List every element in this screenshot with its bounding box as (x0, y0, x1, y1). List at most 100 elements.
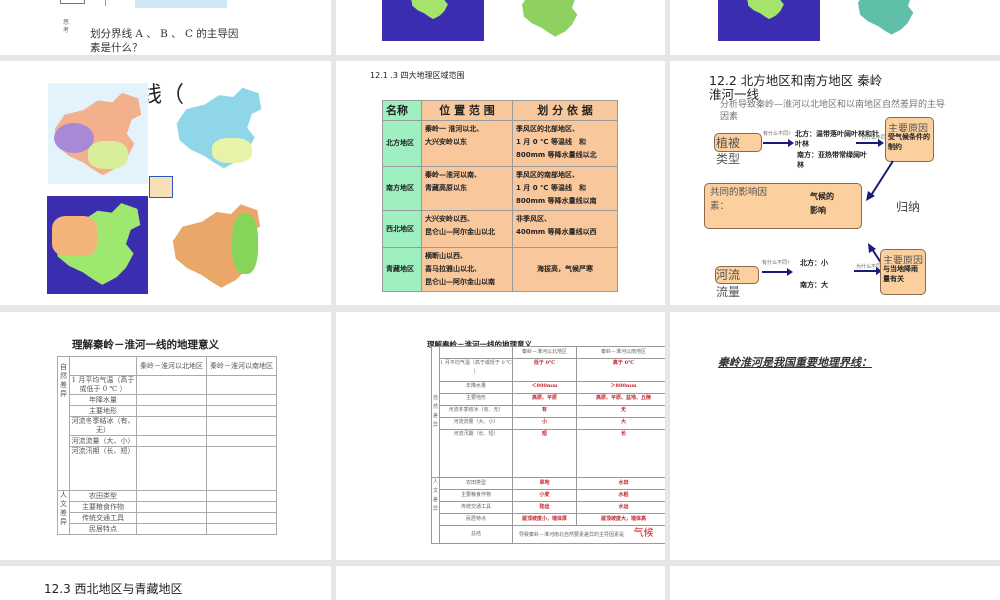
monsoon-map-image (718, 0, 820, 41)
cause-text: 与当地降雨量有关 (883, 264, 918, 283)
row-label: 河流流量（大、小） (69, 435, 137, 447)
header-name: 名称 (382, 100, 422, 121)
arrow-icon (762, 268, 793, 276)
region-map-image (48, 83, 148, 184)
slide-thumbnail-7[interactable]: 理解秦岭－淮河一线的地理意义 自然差异 秦岭－淮河以北地区 秦岭－淮河以南地区 1 … (0, 312, 331, 560)
cell: 秦岭一 淮河以北、 大兴安岭以东 (421, 120, 513, 167)
cell: 年降水量 (439, 381, 513, 394)
slide-thumbnail-8[interactable]: 理解秦岭－淮河一线的地理意义 自然差异 秦岭－淮河以北地区 秦岭－淮河以南地区 1 月… (336, 312, 665, 560)
table-row: 南方地区 秦岭—淮河以南、 青藏高原以东 季风区的南部地区、 1 月 0 ℃ 等温线… (382, 166, 618, 211)
table-row: 民居特点 屋顶坡度小，墙体厚 屋顶坡度大，墙体高 (432, 513, 665, 526)
slide-title: 秦岭淮河是我国重要地理界线： (718, 356, 872, 369)
cell: 大 (576, 417, 665, 430)
slide-thumbnail-5[interactable]: 12.1 .3 四大地理区域范围 名称位 置 范 围划 分 依 据 北方地区 秦岭… (336, 61, 665, 305)
column-header: 秦岭－淮河以北地区 (512, 346, 577, 359)
precipitation-map-image (840, 0, 936, 38)
cell: 海拔高，气候严寒 (512, 247, 618, 292)
cell: 北方地区 (382, 120, 422, 167)
common-factor-value: 气候的影响 (810, 191, 834, 215)
row-label: 河流汛期（长、短） (69, 446, 137, 491)
slide-title: 12.2 北方地区和南方地区 秦岭淮河一线 (709, 73, 883, 102)
cell: 水稻 (576, 489, 665, 502)
slide-thumbnail-4[interactable]: 界线（ (0, 61, 331, 305)
slide-thumbnail-12[interactable] (670, 566, 1000, 600)
slide-title: 理解秦岭－淮河一线的地理意义 (72, 339, 219, 351)
arrow-icon (854, 267, 882, 275)
group-label: 人文差异 (431, 477, 440, 544)
summary-row: 导致秦岭－淮河南北自然要素差异的主导因素是 气候 (512, 525, 665, 544)
group-label: 总结 (439, 525, 513, 544)
table-row: 西北地区 大兴安岭以西、 昆仑山—阿尔金山以北 非季风区、 400mm 等降水量线以… (382, 210, 618, 248)
cell: 河流流量（大、小） (439, 417, 513, 430)
summary-question: 导致秦岭－淮河南北自然要素差异的主导因素是 (519, 532, 625, 538)
cell: 传统交通工具 (439, 501, 513, 514)
table-row: 传统交通工具 陆运 水运 (432, 501, 665, 514)
cell: 长 (576, 429, 665, 478)
cell: 无 (576, 405, 665, 418)
blank-comparison-table: 自然差异 秦岭－淮河以北地区 秦岭－淮河以南地区 1 月平均气温（高于或低于 0 ℃… (57, 356, 277, 535)
common-factor-label: 共同的影响因素： (710, 187, 768, 212)
map-image-fragment (135, 0, 227, 8)
terrain-map-image (168, 194, 265, 293)
row-label: 1 月平均气温（高于或低于 0 ℃ ） (69, 375, 137, 395)
column-header: 秦岭－淮河以北地区 (136, 356, 207, 376)
cell: 河流冬季结冰（有、无） (439, 405, 513, 418)
regions-table: 名称位 置 范 围划 分 依 据 北方地区 秦岭一 淮河以北、 大兴安岭以东 季风区… (382, 100, 618, 292)
cell: 1 月平均气温（高于或低于 0 ℃ ） (439, 358, 513, 382)
cell: 民居特点 (439, 513, 513, 526)
summary-answer: 气候 (633, 528, 654, 539)
row-label: 农田类型 (69, 490, 137, 502)
filled-comparison-table: 自然差异 秦岭－淮河以北地区 秦岭－淮河以南地区 1 月平均气温（高于或低于 0 ℃ … (431, 346, 665, 544)
slide-thumbnail-3[interactable] (670, 0, 1000, 55)
slide-thumbnail-2[interactable] (336, 0, 665, 55)
cell: 小麦 (512, 489, 577, 502)
table-row: 河流流量（大、小）小大 (432, 417, 665, 430)
arrow-icon (763, 139, 794, 147)
slide-thumbnail-9[interactable]: 秦岭淮河是我国重要地理界线： 南方地区和北方地区一月 0℃ 等温线穿过的地区80… (670, 312, 1000, 560)
divider-line (105, 0, 106, 6)
side-label: 思考 (63, 19, 70, 34)
column-header: 秦岭－淮河以南地区 (576, 346, 665, 359)
row-label: 传统交通工具 (69, 512, 137, 524)
slide-thumbnail-6[interactable]: 12.2 北方地区和南方地区 秦岭淮河一线 分析导致秦岭—淮河以北地区和以南地区… (670, 61, 1000, 305)
cell: 高原、平原、盆地、丘陵 (576, 393, 665, 406)
table-row: 主要粮食作物 小麦 水稻 (432, 489, 665, 502)
cause-box-2: 主要原因 与当地降雨量有关 (880, 249, 926, 295)
cell: 季风区的南部地区、 1 月 0 ℃ 等温线 和 800mm 等降水量线以南 (512, 166, 618, 211)
slide-thumbnail-1[interactable]: 思考 划分界线 A 、 B 、 C 的主导因素是什么？ (0, 0, 331, 55)
cell (439, 346, 513, 359)
arrow-icon (856, 139, 884, 147)
column-header: 秦岭－淮河以南地区 (206, 356, 277, 376)
cell: 陆运 (512, 501, 577, 514)
row-label: 主要粮食作物 (69, 501, 137, 513)
slide-thumbnail-10[interactable]: 12.3 西北地区与青藏地区 (0, 566, 331, 600)
table-row: 人文差异 农田类型 旱地 水田 (431, 477, 665, 544)
cell: ＞800mm (576, 381, 665, 394)
question-label: 有什么不同? (763, 131, 791, 137)
cell: 南方地区 (382, 166, 422, 211)
cell: 水运 (576, 501, 665, 514)
cell: 屋顶坡度大，墙体高 (576, 513, 665, 526)
river-north: 北方：小 (800, 258, 828, 267)
cell: 横断山以西、 喜马拉雅山以北、 昆仑山—阿尔金山以南 (421, 247, 513, 292)
slide-title: 12.3 西北地区与青藏地区 (44, 582, 183, 596)
cell: 短 (512, 429, 577, 478)
cell: 主要粮食作物 (439, 489, 513, 502)
terrain-map-image (506, 0, 598, 40)
group-label: 自然差异 (57, 356, 70, 491)
cause-title: 主要原因 (888, 124, 928, 132)
monsoon-map-image (47, 196, 148, 294)
slide-thumbnail-11[interactable] (336, 566, 665, 600)
table-row: 1 月平均气温（高于或低于 0 ℃ ）低于 0℃ 高于 0℃ (432, 358, 665, 382)
table-row: 青藏地区 横断山以西、 喜马拉雅山以北、 昆仑山—阿尔金山以南 海拔高，气候严寒 (382, 247, 618, 292)
cell: 青藏地区 (382, 247, 422, 292)
table-row: 主要地形 高原、平原 高原、平原、盆地、丘陵 (432, 393, 665, 406)
cell: 非季风区、 400mm 等降水量线以西 (512, 210, 618, 248)
cell: 低于 0℃ (512, 358, 577, 382)
row-label: 民居特点 (69, 523, 137, 535)
cause-title: 主要原因 (883, 256, 923, 264)
cell: 旱地 (512, 477, 577, 490)
row-label: 年降水量 (69, 394, 137, 406)
river-label: 河流流量 (716, 268, 741, 299)
header-location: 位 置 范 围 (421, 100, 513, 121)
